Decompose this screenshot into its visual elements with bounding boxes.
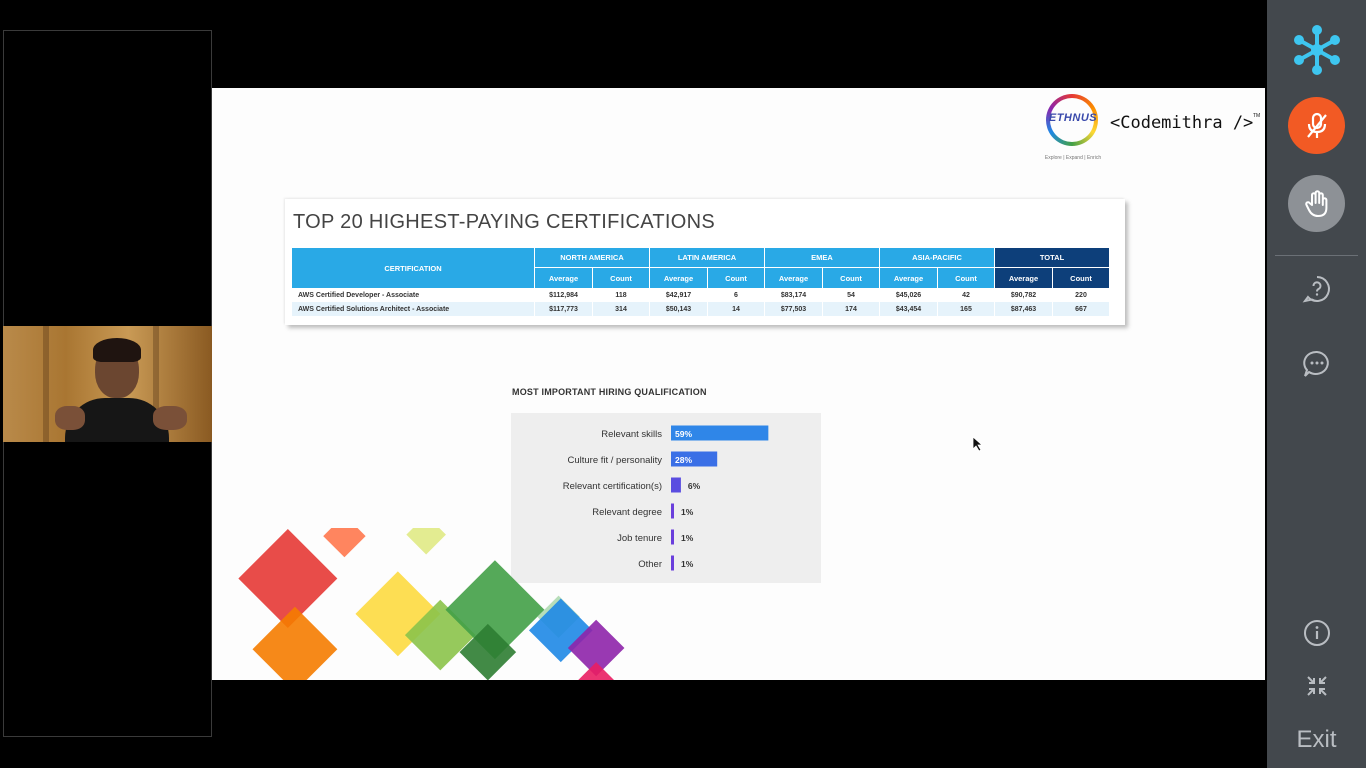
bar-category-label: Relevant certification(s) [563, 481, 662, 492]
brand-name: <Codemithra /> [1110, 113, 1254, 133]
col-average: Average [765, 267, 822, 288]
bar-category-label: Relevant skills [601, 429, 662, 440]
info-icon [1304, 620, 1330, 646]
logo-tagline: Explore | Expand | Enrich [1044, 155, 1102, 161]
col-average: Average [535, 267, 592, 288]
raise-hand-button[interactable] [1288, 175, 1345, 232]
help-button[interactable] [1300, 272, 1334, 306]
table-row: AWS Certified Developer - Associate $112… [292, 288, 1109, 302]
cell-cert-name: AWS Certified Solutions Architect - Asso… [292, 302, 534, 316]
table-cell: 14 [708, 302, 764, 316]
table-cell: $112,984 [549, 291, 578, 299]
chart-title: MOST IMPORTANT HIRING QUALIFICATION [512, 387, 707, 397]
col-total: TOTAL [995, 248, 1109, 268]
decorative-squares [238, 528, 625, 680]
table-cell: $77,503 [765, 302, 822, 316]
participant-hair [93, 338, 141, 362]
col-count: Count [708, 267, 764, 288]
table-cell: $90,782 [1010, 291, 1037, 299]
table-row: AWS Certified Solutions Architect - Asso… [292, 302, 1109, 316]
participant-video[interactable] [3, 326, 212, 442]
hand-icon [1304, 189, 1327, 217]
collapse-arrows-icon [1307, 676, 1327, 696]
table-cell: $45,026 [895, 291, 922, 299]
participant-hand [55, 406, 85, 430]
toolbar-divider [1275, 255, 1358, 256]
certification-title: TOP 20 HIGHEST-PAYING CERTIFICATIONS [293, 211, 715, 233]
minimize-view-button[interactable] [1300, 669, 1334, 703]
col-region: NORTH AMERICA [535, 248, 649, 268]
participant-hand [153, 406, 187, 430]
info-button[interactable] [1300, 616, 1334, 650]
table-cell: $117,773 [535, 302, 592, 316]
bar [671, 477, 681, 493]
col-region: LATIN AMERICA [650, 248, 764, 268]
bar-value-label: 59% [675, 429, 692, 439]
table-cell: $43,454 [880, 302, 937, 316]
meeting-toolbar: Exit [1267, 0, 1366, 768]
bar [671, 503, 674, 519]
table-cell: 54 [847, 291, 855, 299]
certification-table: CERTIFICATION NORTH AMERICA LATIN AMERIC… [291, 248, 1110, 316]
ethnus-logo-text: ETHNUS [1048, 112, 1098, 124]
mouse-cursor-icon [972, 436, 984, 452]
col-average: Average [880, 267, 937, 288]
table-cell: 220 [1075, 291, 1087, 299]
wall-stripe [43, 326, 49, 442]
certification-table-card: TOP 20 HIGHEST-PAYING CERTIFICATIONS CER… [285, 199, 1125, 325]
col-certification: CERTIFICATION [292, 248, 534, 288]
bar-category-label: Relevant degree [592, 507, 662, 518]
table-cell: $83,174 [780, 291, 807, 299]
col-count: Count [823, 267, 879, 288]
table-cell: 314 [593, 302, 649, 316]
col-count: Count [1053, 267, 1109, 288]
bar-category-label: Culture fit / personality [567, 455, 662, 466]
bar-value-label: 28% [675, 455, 692, 465]
col-count: Count [938, 267, 994, 288]
trademark-mark: TM [1253, 113, 1261, 119]
question-icon [1302, 276, 1330, 303]
table-cell: 667 [1053, 302, 1109, 316]
table-cell: $50,143 [650, 302, 707, 316]
col-region: EMEA [765, 248, 879, 268]
mute-microphone-button[interactable] [1288, 97, 1345, 154]
microphone-muted-icon [1306, 112, 1327, 138]
bar-value-label: 1% [681, 507, 694, 517]
exit-button[interactable]: Exit [1267, 726, 1366, 754]
table-cell: 6 [734, 291, 738, 299]
col-average: Average [995, 267, 1052, 288]
table-cell: $87,463 [995, 302, 1052, 316]
col-region: ASIA-PACIFIC [880, 248, 994, 268]
cell-cert-name: AWS Certified Developer - Associate [298, 291, 420, 299]
app-logo-icon [1294, 25, 1340, 75]
table-cell: 42 [962, 291, 970, 299]
table-cell: 174 [823, 302, 879, 316]
chat-bubble-icon [1303, 350, 1329, 377]
table-cell: $42,917 [665, 291, 692, 299]
col-count: Count [593, 267, 649, 288]
bar-value-label: 6% [688, 481, 701, 491]
chat-button[interactable] [1300, 347, 1334, 381]
table-cell: 165 [938, 302, 994, 316]
col-average: Average [650, 267, 707, 288]
table-cell: 118 [615, 291, 627, 299]
presentation-slide: ETHNUS Explore | Expand | Enrich <Codemi… [212, 88, 1265, 680]
